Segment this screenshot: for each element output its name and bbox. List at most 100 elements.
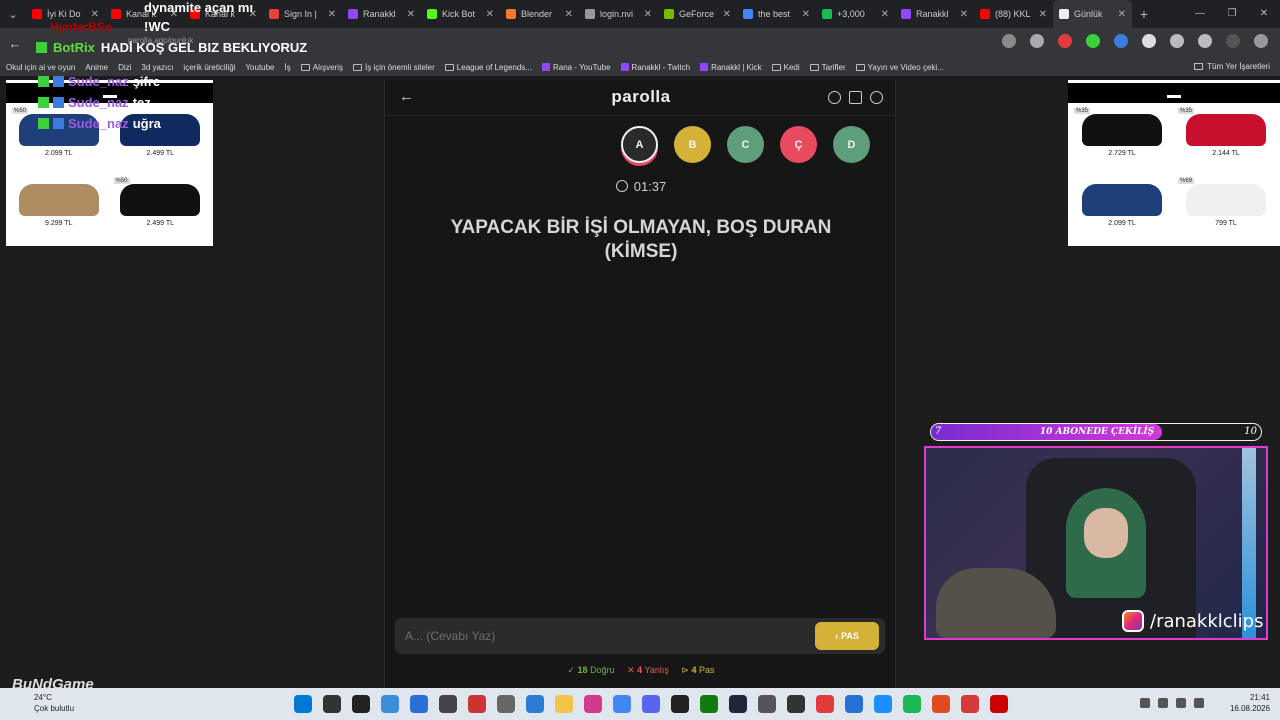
close-window-icon[interactable]: ✕ <box>1248 0 1280 28</box>
minimize-icon[interactable]: — <box>1184 0 1216 28</box>
browser-tab[interactable]: Ranakkl ✕ <box>895 0 974 28</box>
tab-close-icon[interactable]: ✕ <box>407 9 415 20</box>
taskbar-app-icon[interactable] <box>700 695 718 713</box>
tab-close-icon[interactable]: ✕ <box>1118 9 1126 20</box>
letter-circle-c[interactable]: C <box>727 126 764 163</box>
bookmark-item[interactable]: Yayın ve Video çeki... <box>855 63 944 72</box>
correct-count: 18 <box>577 665 588 675</box>
bookmark-item[interactable]: Ranakkl - Twitch <box>620 63 690 72</box>
answer-box: › PAS <box>395 618 885 654</box>
bookmark-label: Rana - YouTube <box>552 62 611 72</box>
tab-close-icon[interactable]: ✕ <box>486 9 494 20</box>
taskbar-app-icon[interactable] <box>845 695 863 713</box>
answer-input[interactable] <box>405 627 805 645</box>
new-tab-button[interactable]: + <box>1132 6 1156 22</box>
star-icon[interactable] <box>1030 34 1044 48</box>
onedrive-icon[interactable] <box>1158 698 1168 708</box>
letter-circle-d[interactable]: D <box>833 126 870 163</box>
user-icon[interactable] <box>870 91 883 104</box>
browser-tab[interactable]: Günlük ✕ <box>1053 0 1132 28</box>
browser-tab[interactable]: Kick Bot ✕ <box>421 0 500 28</box>
chevron-up-icon[interactable] <box>1140 698 1150 708</box>
bookmark-item[interactable]: League of Legends... <box>444 63 532 72</box>
browser-tab[interactable]: the best ✕ <box>737 0 816 28</box>
extension-icon[interactable] <box>1086 34 1100 48</box>
stats-chart-icon[interactable] <box>849 91 862 104</box>
clock[interactable]: 21:41 16.08.2026 <box>1230 692 1270 714</box>
restore-icon[interactable]: ❐ <box>1216 0 1248 28</box>
ad-product[interactable]: %69 799 TL <box>1174 178 1278 238</box>
ad-banner-right[interactable]: %35 2.729 TL %35 2.144 TL 2.099 TL %69 799 TL <box>1068 80 1280 246</box>
all-bookmarks[interactable]: Tüm Yer İşaretleri <box>1194 62 1270 71</box>
pass-button[interactable]: › PAS <box>815 622 879 650</box>
tab-close-icon[interactable]: ✕ <box>881 9 889 20</box>
taskbar-app-icon[interactable] <box>439 695 457 713</box>
browser-tab[interactable]: Blender ✕ <box>500 0 579 28</box>
site-favicon-icon <box>541 63 550 71</box>
taskbar-app-icon[interactable] <box>410 695 428 713</box>
product-image <box>1186 184 1266 216</box>
taskbar-app-icon[interactable] <box>816 695 834 713</box>
taskbar-app-icon[interactable] <box>352 695 370 713</box>
taskbar-app-icon[interactable] <box>729 695 747 713</box>
ad-product[interactable]: %35 2.729 TL <box>1070 108 1174 168</box>
taskbar-app-icon[interactable] <box>932 695 950 713</box>
bookmark-item[interactable]: Rana - YouTube <box>541 62 611 72</box>
browser-tab[interactable]: login.nvi ✕ <box>579 0 658 28</box>
taskbar-app-icon[interactable] <box>555 695 573 713</box>
taskbar-app-icon[interactable] <box>961 695 979 713</box>
history-icon[interactable] <box>1198 34 1212 48</box>
taskbar-app-icon[interactable] <box>903 695 921 713</box>
network-icon[interactable] <box>1176 698 1186 708</box>
taskbar-app-icon[interactable] <box>468 695 486 713</box>
browser-tab[interactable]: GeForce ✕ <box>658 0 737 28</box>
taskbar-app-icon[interactable] <box>787 695 805 713</box>
tab-close-icon[interactable]: ✕ <box>802 9 810 20</box>
wrong-stat: ✕ 4 Yanlış <box>627 665 669 675</box>
taskbar-app-icon[interactable] <box>497 695 515 713</box>
tab-close-icon[interactable]: ✕ <box>723 9 731 20</box>
weather-widget[interactable]: 24°C Çok bulutlu <box>10 692 74 714</box>
taskbar-app-icon[interactable] <box>990 695 1008 713</box>
taskbar-app-icon[interactable] <box>642 695 660 713</box>
browser-tab[interactable]: (88) KKL ✕ <box>974 0 1053 28</box>
ad-product[interactable]: %50 2.499 TL <box>110 178 212 238</box>
extension-icon[interactable] <box>1058 34 1072 48</box>
taskbar-app-icon[interactable] <box>323 695 341 713</box>
taskbar-app-icon[interactable] <box>613 695 631 713</box>
taskbar-app-icon[interactable] <box>758 695 776 713</box>
all-bookmarks-label: Tüm Yer İşaretleri <box>1207 62 1270 71</box>
taskbar-app-icon[interactable] <box>584 695 602 713</box>
letter-circle-ç[interactable]: Ç <box>780 126 817 163</box>
ad-product[interactable]: %35 2.144 TL <box>1174 108 1278 168</box>
ad-brand-header <box>1068 83 1280 103</box>
extension-icon[interactable] <box>1114 34 1128 48</box>
bookmark-item[interactable]: Kedi <box>771 63 800 72</box>
tab-close-icon[interactable]: ✕ <box>644 9 652 20</box>
tab-close-icon[interactable]: ✕ <box>1039 9 1047 20</box>
extension-icon[interactable] <box>1142 34 1156 48</box>
profile-avatar[interactable] <box>1226 34 1240 48</box>
taskbar-app-icon[interactable] <box>294 695 312 713</box>
letter-circle-a[interactable]: A <box>621 126 658 163</box>
puzzle-icon[interactable] <box>1170 34 1184 48</box>
taskbar-app-icon[interactable] <box>526 695 544 713</box>
letter-circle-b[interactable]: B <box>674 126 711 163</box>
browser-tab[interactable]: +3,000 ✕ <box>816 0 895 28</box>
eye-off-icon[interactable] <box>1002 34 1016 48</box>
bookmark-item[interactable]: Ranakkl | Kick <box>700 63 762 72</box>
menu-dots-icon[interactable] <box>1254 34 1268 48</box>
bookmark-item[interactable]: Tarifler <box>809 63 846 72</box>
info-icon[interactable] <box>828 91 841 104</box>
chat-username: Sude_naz <box>68 74 129 89</box>
taskbar-apps <box>294 695 1008 713</box>
taskbar-app-icon[interactable] <box>874 695 892 713</box>
taskbar-app-icon[interactable] <box>381 695 399 713</box>
volume-icon[interactable] <box>1194 698 1204 708</box>
taskbar-app-icon[interactable] <box>671 695 689 713</box>
ad-product[interactable]: 2.099 TL <box>1070 178 1174 238</box>
tab-close-icon[interactable]: ✕ <box>565 9 573 20</box>
overlay-user-line: Sude_naz uğra <box>38 116 161 131</box>
ad-product[interactable]: 9.299 TL <box>8 178 110 238</box>
tab-close-icon[interactable]: ✕ <box>960 9 968 20</box>
